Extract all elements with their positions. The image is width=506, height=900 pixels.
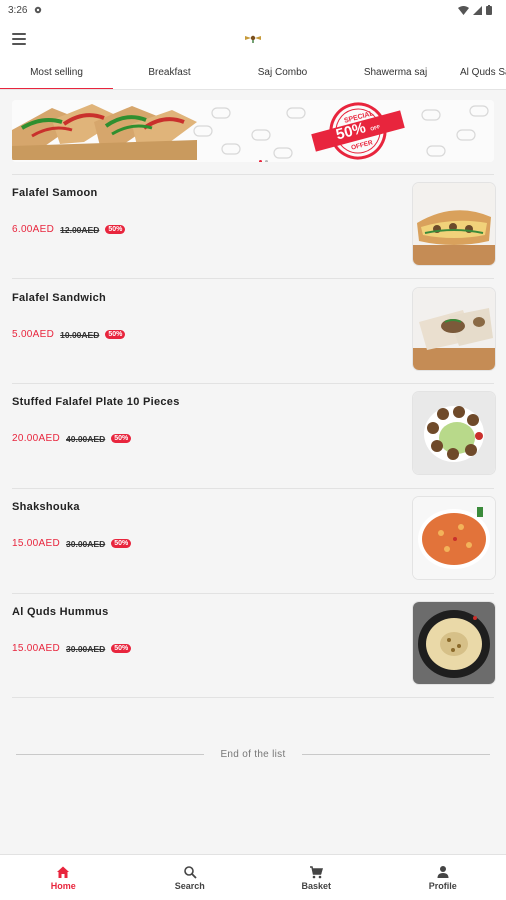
divider xyxy=(12,174,494,175)
menu-list: SPECIAL 50% OFF OFFER Falafel Samoon 6.0… xyxy=(0,90,506,854)
item-name: Al Quds Hummus xyxy=(12,606,109,618)
tab-saj-combo[interactable]: Saj Combo xyxy=(226,58,339,89)
price-row: 15.00AED 30.00AED 50% xyxy=(12,643,132,654)
item-old-price: 10.00AED xyxy=(60,329,100,340)
price-row: 15.00AED 30.00AED 50% xyxy=(12,538,132,549)
tab-al-quds-sandwich[interactable]: Al Quds Sa xyxy=(452,58,506,89)
nav-home[interactable]: Home xyxy=(0,855,127,900)
discount-badge: 50% xyxy=(105,225,126,234)
banner-artwork xyxy=(12,100,494,162)
discount-badge: 50% xyxy=(111,539,132,548)
tab-breakfast[interactable]: Breakfast xyxy=(113,58,226,89)
search-icon xyxy=(183,865,197,879)
item-image xyxy=(413,392,495,474)
tab-shawerma-saj[interactable]: Shawerma saj xyxy=(339,58,452,89)
menu-item[interactable]: Falafel Samoon 6.00AED 12.00AED 50% xyxy=(12,183,496,271)
menu-item[interactable]: Stuffed Falafel Plate 10 Pieces 20.00AED… xyxy=(12,392,496,480)
item-price: 20.00AED xyxy=(12,433,60,444)
item-name: Stuffed Falafel Plate 10 Pieces xyxy=(12,396,180,408)
nav-search-label: Search xyxy=(174,880,205,891)
divider xyxy=(301,754,490,755)
divider xyxy=(12,278,494,279)
battery-icon xyxy=(486,5,492,15)
menu-button[interactable] xyxy=(12,29,32,49)
item-old-price: 30.00AED xyxy=(66,643,106,654)
item-name: Falafel Samoon xyxy=(12,187,98,199)
item-price: 6.00AED xyxy=(12,224,55,235)
tab-most-selling[interactable]: Most selling xyxy=(0,58,113,89)
nav-basket[interactable]: Basket xyxy=(253,855,380,900)
item-name: Shakshouka xyxy=(12,501,80,513)
divider xyxy=(12,488,494,489)
item-old-price: 12.00AED xyxy=(60,224,100,235)
item-price: 5.00AED xyxy=(12,329,55,340)
divider xyxy=(12,593,494,594)
app-bar xyxy=(0,20,506,58)
nav-profile[interactable]: Profile xyxy=(380,855,506,900)
item-old-price: 40.00AED xyxy=(66,433,106,444)
item-price: 15.00AED xyxy=(12,643,60,654)
menu-item[interactable]: Al Quds Hummus 15.00AED 30.00AED 50% xyxy=(12,602,496,690)
bottom-navigation: Home Search Basket Profile xyxy=(0,854,506,900)
signal-icon xyxy=(473,5,482,15)
divider xyxy=(12,383,494,384)
offer-off: OFF xyxy=(369,124,382,133)
item-image xyxy=(413,288,495,370)
settings-icon xyxy=(35,6,42,14)
home-icon xyxy=(57,866,70,878)
divider xyxy=(16,754,205,755)
price-row: 20.00AED 40.00AED 50% xyxy=(12,433,132,444)
end-of-list-text: End of the list xyxy=(220,749,286,760)
person-icon xyxy=(437,865,449,878)
cart-icon xyxy=(310,865,324,878)
price-row: 5.00AED 10.00AED 50% xyxy=(12,329,126,340)
discount-badge: 50% xyxy=(105,330,126,339)
status-bar: 3:26 xyxy=(0,0,506,20)
item-old-price: 30.00AED xyxy=(66,538,106,549)
item-price: 15.00AED xyxy=(12,538,60,549)
status-time: 3:26 xyxy=(8,4,28,16)
category-tabs: Most selling Breakfast Saj Combo Shawerm… xyxy=(0,58,506,90)
discount-badge: 50% xyxy=(111,434,132,443)
promo-banner[interactable]: SPECIAL 50% OFF OFFER xyxy=(12,100,494,162)
menu-icon xyxy=(12,33,26,35)
discount-badge: 50% xyxy=(111,644,132,653)
menu-item[interactable]: Falafel Sandwich 5.00AED 10.00AED 50% xyxy=(12,288,496,376)
nav-search[interactable]: Search xyxy=(127,855,254,900)
item-image xyxy=(413,497,495,579)
item-image xyxy=(413,602,495,684)
banner-page-indicator xyxy=(259,160,268,162)
price-row: 6.00AED 12.00AED 50% xyxy=(12,224,126,235)
divider xyxy=(12,697,494,698)
nav-home-label: Home xyxy=(50,880,76,891)
nav-basket-label: Basket xyxy=(301,880,332,891)
end-of-list: End of the list xyxy=(16,749,490,760)
item-name: Falafel Sandwich xyxy=(12,292,107,304)
nav-profile-label: Profile xyxy=(428,880,457,891)
menu-item[interactable]: Shakshouka 15.00AED 30.00AED 50% xyxy=(12,497,496,585)
brand-logo xyxy=(245,35,261,43)
item-image xyxy=(413,183,495,265)
wifi-icon xyxy=(458,5,469,15)
